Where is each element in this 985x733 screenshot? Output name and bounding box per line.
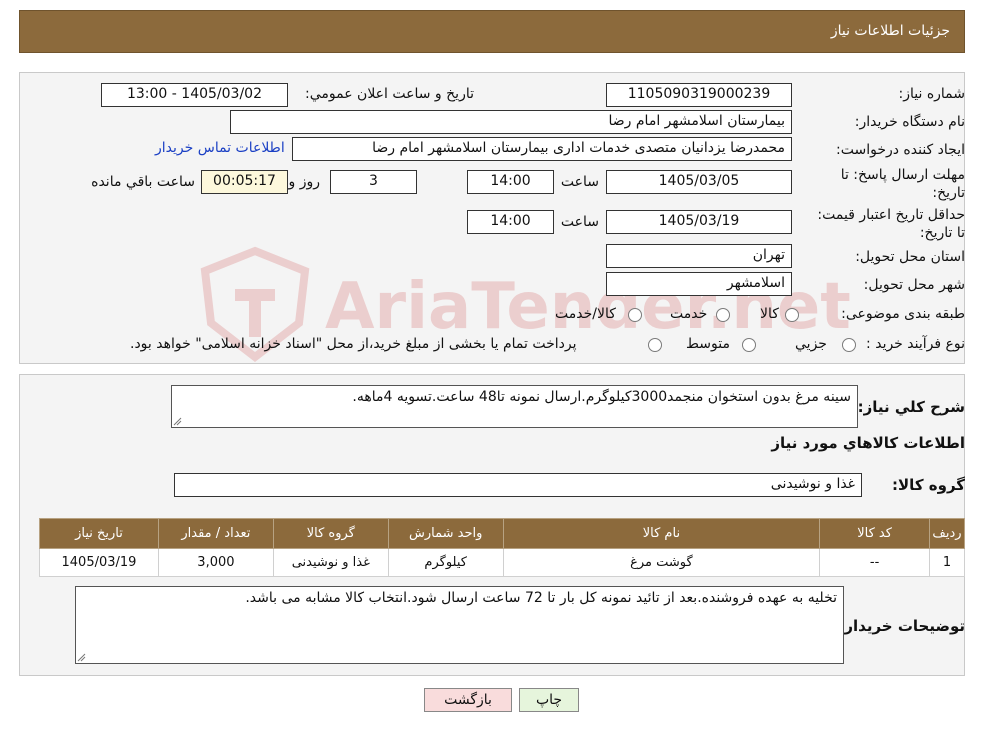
goods-section-title: اطلاعات كالاهاي مورد نياز — [771, 434, 965, 452]
province-label: استان محل تحویل: — [855, 249, 965, 265]
goods-group-field: غذا و نوشیدنی — [174, 473, 862, 497]
page-title: جزئیات اطلاعات نیاز — [830, 23, 950, 39]
buyer-org-label: نام دستگاه خریدار: — [854, 114, 965, 130]
validity-time-label: ساعت — [560, 214, 599, 230]
province-field: تهران — [606, 244, 792, 268]
col-header-unit: واحد شمارش — [387, 518, 504, 549]
col-header-row-number: رديف — [929, 518, 965, 549]
col-header-group: گروه کالا — [272, 518, 389, 549]
col-header-item-name: نام کالا — [502, 518, 821, 549]
remaining-time-label: ساعت باقي مانده — [91, 174, 195, 190]
resize-handle-icon[interactable] — [173, 417, 182, 426]
category-radio-service[interactable] — [716, 308, 730, 322]
cell-quantity: 3,000 — [157, 548, 274, 577]
category-label: طبقه بندی موضوعی: — [841, 306, 965, 322]
print-button[interactable]: چاپ — [519, 688, 579, 712]
validity-label: حداقل تاریخ اعتبار قیمت: تا تاریخ: — [817, 207, 965, 241]
cell-row-number: 1 — [929, 548, 965, 577]
summary-textarea: سینه مرغ بدون استخوان منجمد3000کیلوگرم.ا… — [171, 385, 858, 428]
deadline-days-label: روز و — [288, 174, 321, 190]
announce-label: تاریخ و ساعت اعلان عمومي: — [305, 86, 474, 102]
buyer-notes-textarea: تخلیه به عهده فروشنده.بعد از تائید نمونه… — [75, 586, 844, 664]
col-header-item-code: کد کالا — [819, 518, 931, 549]
purchase-type-label: نوع فرآیند خرید : — [866, 336, 965, 352]
goods-table-header-row: رديف کد کالا نام کالا واحد شمارش گروه کا… — [39, 518, 965, 549]
buyer-notes-text: تخلیه به عهده فروشنده.بعد از تائید نمونه… — [245, 590, 837, 606]
back-button[interactable]: بازگشت — [424, 688, 512, 712]
cell-group: غذا و نوشیدنی — [272, 548, 389, 577]
cell-item-name: گوشت مرغ — [502, 548, 821, 577]
deadline-label: مهلت ارسال پاسخ: تا تاریخ: — [840, 167, 965, 201]
deadline-time-field: 14:00 — [467, 170, 554, 194]
announce-field: 1405/03/02 - 13:00 — [101, 83, 288, 107]
category-option-goods-service: کالا/خدمت — [555, 306, 616, 322]
col-header-need-date: تاریخ نیاز — [39, 518, 159, 549]
category-radio-goods-service[interactable] — [628, 308, 642, 322]
city-label: شهر محل تحویل: — [863, 277, 965, 293]
need-number-label: شماره نیاز: — [898, 86, 966, 102]
purchase-radio-minor[interactable] — [842, 338, 856, 352]
purchase-radio-medium[interactable] — [742, 338, 756, 352]
category-option-goods: کالا — [760, 306, 779, 322]
remaining-time-field: 00:05:17 — [201, 170, 288, 194]
deadline-days-field: 3 — [330, 170, 417, 194]
col-header-quantity: تعداد / مقدار — [157, 518, 274, 549]
requester-label: ایجاد کننده درخواست: — [836, 142, 965, 158]
summary-text: سینه مرغ بدون استخوان منجمد3000کیلوگرم.ا… — [352, 389, 851, 405]
city-field: اسلامشهر — [606, 272, 792, 296]
validity-time-field: 14:00 — [467, 210, 554, 234]
validity-date-field: 1405/03/19 — [606, 210, 792, 234]
page-header: جزئیات اطلاعات نیاز — [19, 10, 965, 53]
purchase-option-medium: متوسط — [686, 336, 730, 352]
treasury-checkbox[interactable] — [648, 338, 662, 352]
goods-group-label: گروه كالا: — [892, 476, 965, 494]
cell-item-code: -- — [819, 548, 931, 577]
resize-handle-icon[interactable] — [77, 653, 86, 662]
purchase-option-minor: جزیي — [795, 336, 827, 352]
treasury-note: پرداخت تمام یا بخشی از مبلغ خرید،از محل … — [130, 336, 577, 352]
category-option-service: خدمت — [670, 306, 708, 322]
cell-need-date: 1405/03/19 — [39, 548, 159, 577]
buyer-contact-link[interactable]: اطلاعات تماس خریدار — [155, 140, 285, 156]
need-number-field: 1105090319000239 — [606, 83, 792, 107]
table-row: 1 -- گوشت مرغ کیلوگرم غذا و نوشیدنی 3,00… — [39, 548, 965, 577]
summary-label: شرح كلي نياز: — [857, 398, 965, 416]
category-radio-goods[interactable] — [785, 308, 799, 322]
buyer-notes-label: توضیحات خریدار: — [838, 617, 965, 635]
deadline-time-label: ساعت — [560, 174, 599, 190]
buyer-org-field: بیمارستان اسلامشهر امام رضا — [230, 110, 792, 134]
deadline-date-field: 1405/03/05 — [606, 170, 792, 194]
requester-field: محمدرضا یزدانیان متصدی خدمات اداری بیمار… — [292, 137, 792, 161]
goods-table: رديف کد کالا نام کالا واحد شمارش گروه کا… — [39, 518, 965, 577]
cell-unit: کیلوگرم — [387, 548, 504, 577]
